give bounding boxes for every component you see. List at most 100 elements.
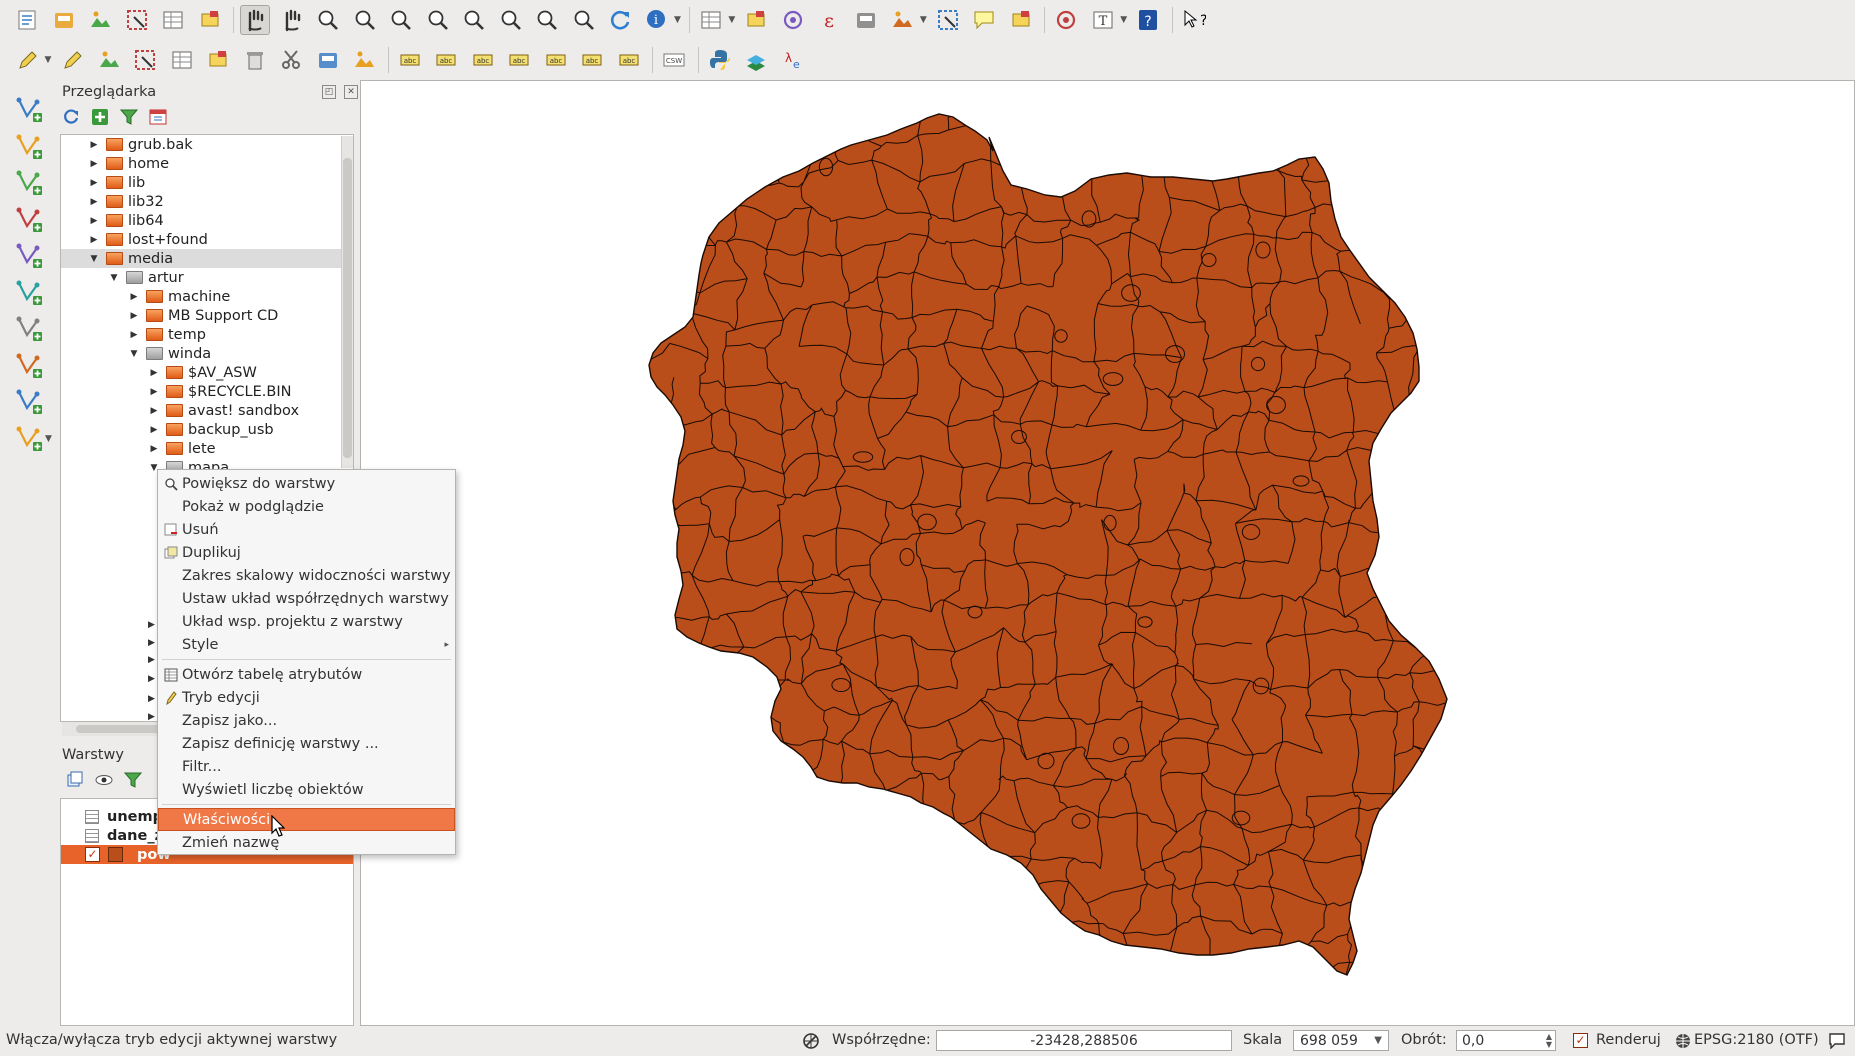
- delete-selected-icon[interactable]: [240, 45, 270, 75]
- toggle-editing-icon[interactable]: [57, 45, 87, 75]
- tree-item[interactable]: ▶ $AV_ASW: [61, 363, 353, 382]
- expanded-arrow-icon[interactable]: ▼: [107, 273, 121, 283]
- save-as-icon[interactable]: [122, 5, 152, 35]
- zoom-full-icon[interactable]: [423, 5, 453, 35]
- add-mssql-layer-icon[interactable]: [14, 240, 44, 270]
- tree-item[interactable]: ▶ home: [61, 154, 353, 173]
- collapsed-arrow-icon[interactable]: ▶: [148, 638, 155, 648]
- spin-arrows-icon[interactable]: ▲ ▼: [1546, 1032, 1552, 1049]
- label-properties-icon[interactable]: abc: [614, 45, 644, 75]
- collapsed-arrow-icon[interactable]: ▶: [148, 655, 155, 665]
- attribute-table-icon[interactable]: [851, 5, 881, 35]
- add-vector-layer-icon[interactable]: [14, 94, 44, 124]
- help-icon[interactable]: ?: [1133, 5, 1163, 35]
- add-wcs-layer-icon[interactable]: [14, 313, 44, 343]
- zoom-out-icon[interactable]: [350, 5, 380, 35]
- chevron-down-icon[interactable]: ▼: [45, 55, 52, 65]
- menu-item[interactable]: Zapisz definicję warstwy ...: [158, 732, 455, 755]
- tree-item[interactable]: ▶ lib64: [61, 211, 353, 230]
- new-project-icon[interactable]: [12, 5, 42, 35]
- collapsed-arrow-icon[interactable]: ▶: [87, 197, 101, 207]
- layer-properties-info-icon[interactable]: λe: [778, 45, 808, 75]
- float-panel-icon[interactable]: ◰: [322, 85, 336, 99]
- browser-vertical-scrollbar[interactable]: [341, 136, 353, 468]
- menu-item[interactable]: Powiększ do warstwy: [158, 472, 455, 495]
- select-features-icon[interactable]: [741, 5, 771, 35]
- cut-features-icon[interactable]: [276, 45, 306, 75]
- zoom-to-layer-icon[interactable]: [496, 5, 526, 35]
- show-hide-labels-icon[interactable]: abc: [468, 45, 498, 75]
- add-postgis-layer-icon[interactable]: [14, 167, 44, 197]
- menu-item[interactable]: Pokaż w podglądzie: [158, 495, 455, 518]
- change-label-icon[interactable]: abc: [577, 45, 607, 75]
- new-print-composer-icon[interactable]: [158, 5, 188, 35]
- menu-item[interactable]: Usuń: [158, 518, 455, 541]
- menu-item[interactable]: Wyświetl liczbę obiektów: [158, 778, 455, 801]
- collapsed-arrow-icon[interactable]: ▶: [147, 368, 161, 378]
- tree-item[interactable]: ▶ avast! sandbox: [61, 401, 353, 420]
- tree-item[interactable]: ▶ backup_usb: [61, 420, 353, 439]
- coords-field[interactable]: -23428,288506: [936, 1030, 1232, 1051]
- layer-filter-icon[interactable]: [124, 771, 142, 789]
- menu-item[interactable]: Duplikuj: [158, 541, 455, 564]
- menu-item[interactable]: Właściwości: [158, 808, 455, 831]
- menu-item[interactable]: Zmień nazwę: [158, 831, 455, 854]
- collapsed-arrow-icon[interactable]: ▶: [87, 159, 101, 169]
- expanded-arrow-icon[interactable]: ▼: [87, 254, 101, 264]
- menu-item[interactable]: Zakres skalowy widoczności warstwy: [158, 564, 455, 587]
- show-bookmarks-icon[interactable]: [1051, 5, 1081, 35]
- whats-this-icon[interactable]: ?: [1179, 5, 1209, 35]
- collapsed-arrow-icon[interactable]: ▶: [148, 694, 155, 704]
- visibility-icon[interactable]: [95, 771, 113, 789]
- pin-labels-icon[interactable]: abc: [431, 45, 461, 75]
- tree-item[interactable]: ▶ temp: [61, 325, 353, 344]
- collapsed-arrow-icon[interactable]: ▶: [148, 712, 155, 721]
- deselect-icon[interactable]: [778, 5, 808, 35]
- collapsed-arrow-icon[interactable]: ▶: [148, 674, 155, 684]
- pan-map-icon[interactable]: [240, 5, 270, 35]
- menu-item[interactable]: Otwórz tabelę atrybutów: [158, 663, 455, 686]
- expand-layers-icon[interactable]: [66, 771, 84, 789]
- coordinate-toggle-icon[interactable]: [802, 1032, 820, 1050]
- collapsed-arrow-icon[interactable]: ▶: [127, 292, 141, 302]
- layer-symbol-swatch[interactable]: [108, 847, 123, 862]
- save-project-icon[interactable]: [85, 5, 115, 35]
- collapsed-arrow-icon[interactable]: ▶: [87, 216, 101, 226]
- menu-item[interactable]: Układ wsp. projektu z warstwy: [158, 610, 455, 633]
- tree-item[interactable]: ▶ $RECYCLE.BIN: [61, 382, 353, 401]
- add-wfs-layer-icon[interactable]: [14, 350, 44, 380]
- identify-icon[interactable]: i: [642, 5, 672, 35]
- scrollbar-thumb[interactable]: [343, 158, 352, 458]
- crs-label[interactable]: EPSG:2180 (OTF): [1694, 1032, 1819, 1048]
- tree-item[interactable]: ▶ lib32: [61, 192, 353, 211]
- tree-item[interactable]: ▶ grub.bak: [61, 135, 353, 154]
- add-delimited-text-layer-icon[interactable]: [14, 386, 44, 416]
- statistics-icon[interactable]: [887, 5, 917, 35]
- menu-item[interactable]: Tryb edycji: [158, 686, 455, 709]
- collapsed-arrow-icon[interactable]: ▶: [127, 330, 141, 340]
- collapse-all-icon[interactable]: [149, 108, 167, 126]
- tree-item[interactable]: ▶ MB Support CD: [61, 306, 353, 325]
- add-spatialite-layer-icon[interactable]: [14, 204, 44, 234]
- measure-line-icon[interactable]: [933, 5, 963, 35]
- refresh-icon[interactable]: [62, 108, 80, 126]
- annotation-icon[interactable]: [969, 5, 999, 35]
- collapsed-arrow-icon[interactable]: ▶: [147, 444, 161, 454]
- add-raster-layer-icon[interactable]: [14, 131, 44, 161]
- expanded-arrow-icon[interactable]: ▼: [127, 349, 141, 359]
- rotation-spinbox[interactable]: 0,0 ▲ ▼: [1456, 1030, 1556, 1051]
- tree-item[interactable]: ▼ media: [61, 249, 353, 268]
- new-shapefile-layer-icon[interactable]: [14, 423, 44, 453]
- messages-icon[interactable]: [1828, 1033, 1846, 1049]
- measure-icon[interactable]: [696, 5, 726, 35]
- node-tool-icon[interactable]: [203, 45, 233, 75]
- new-bookmark-icon[interactable]: [1006, 5, 1036, 35]
- composer-manager-icon[interactable]: [195, 5, 225, 35]
- tree-item[interactable]: ▶ lib: [61, 173, 353, 192]
- chevron-down-icon[interactable]: ▼: [920, 15, 927, 25]
- python-console-icon[interactable]: [705, 45, 735, 75]
- map-canvas[interactable]: [360, 80, 1855, 1026]
- add-feature-icon[interactable]: [130, 45, 160, 75]
- digitize-icon[interactable]: [12, 45, 42, 75]
- close-panel-icon[interactable]: ✕: [344, 85, 358, 99]
